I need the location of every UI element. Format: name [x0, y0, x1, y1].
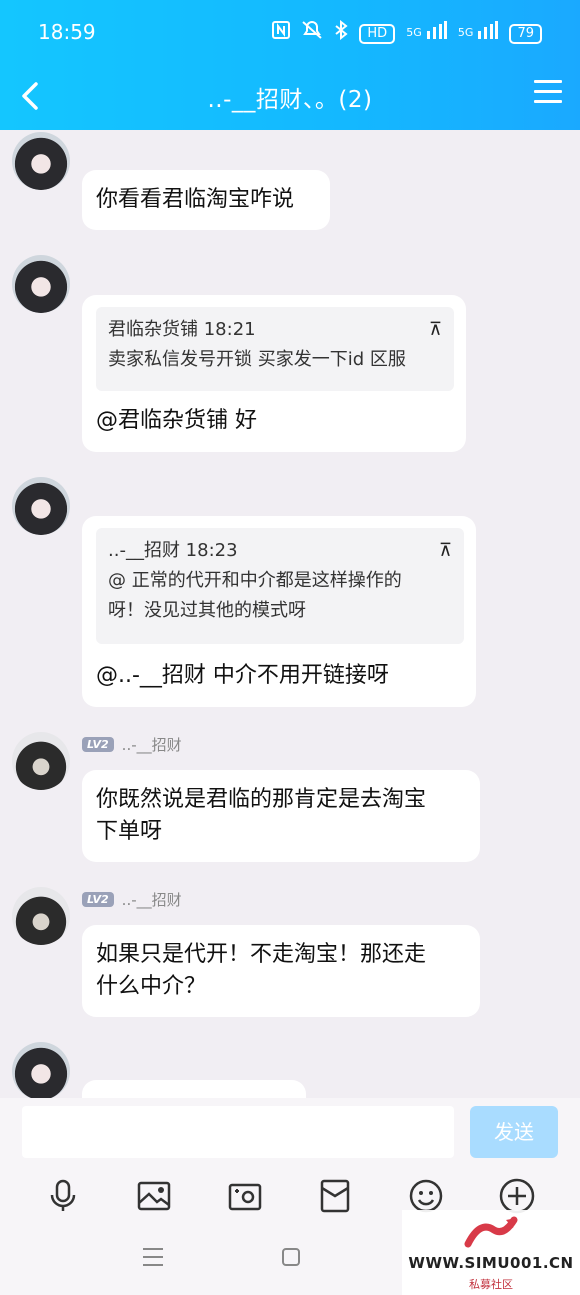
- microphone-icon[interactable]: [44, 1177, 82, 1215]
- watermark-logo-icon: [464, 1216, 518, 1248]
- message-input[interactable]: [22, 1106, 454, 1158]
- quote-text-line: @ 正常的代开和中介都是这样操作的: [108, 570, 402, 591]
- watermark: WWW.SIMU001.CN 私募社区: [402, 1210, 580, 1295]
- mute-icon: [301, 20, 323, 47]
- quote-author-time: 君临杂货铺 18:21: [108, 319, 256, 340]
- input-bar: 发送: [0, 1098, 580, 1168]
- message-bubble[interactable]: 如果只是代开！不走淘宝！那还走 什么中介？: [82, 925, 480, 1017]
- battery-icon: 79: [509, 23, 542, 44]
- hd-icon: HD: [359, 23, 396, 44]
- quote-text: 卖家私信发号开锁 买家发一下id 区服: [108, 349, 406, 370]
- signal-5g-icon: 5G: [458, 21, 499, 46]
- message-text-line: 下单呀: [96, 819, 163, 844]
- level-badge: LV2: [82, 892, 114, 907]
- avatar[interactable]: [12, 732, 70, 790]
- signal-5g-icon: 5G: [406, 21, 447, 46]
- image-icon[interactable]: [135, 1177, 173, 1215]
- message-text-line: 你既然说是君临的那肯定是去淘宝: [96, 787, 427, 812]
- send-button[interactable]: 发送: [470, 1106, 558, 1158]
- sender-name[interactable]: ..-__招财: [122, 889, 182, 910]
- home-button[interactable]: [282, 1248, 300, 1266]
- sender-info: LV2 ..-__招财: [82, 889, 182, 910]
- quoted-message[interactable]: 君临杂货铺 18:21 ⊼ 卖家私信发号开锁 买家发一下id 区服: [96, 307, 454, 391]
- sender-info: LV2 ..-__招财: [82, 734, 182, 755]
- avatar[interactable]: [12, 132, 70, 190]
- avatar[interactable]: [12, 477, 70, 535]
- avatar[interactable]: [12, 255, 70, 313]
- recents-button[interactable]: [143, 1248, 163, 1268]
- watermark-url: WWW.SIMU001.CN: [408, 1254, 574, 1272]
- avatar[interactable]: [12, 887, 70, 945]
- top-bar: 18:59 HD 5G 5G 79 ..-__招财、。(2): [0, 0, 580, 130]
- red-packet-icon[interactable]: [316, 1177, 354, 1215]
- status-time: 18:59: [38, 20, 96, 44]
- status-bar: 18:59 HD 5G 5G 79: [0, 0, 580, 66]
- level-badge: LV2: [82, 737, 114, 752]
- message-bubble[interactable]: 君临杂货铺 18:21 ⊼ 卖家私信发号开锁 买家发一下id 区服 @君临杂货铺…: [82, 295, 466, 452]
- jump-to-quote-icon[interactable]: ⊼: [429, 315, 442, 345]
- watermark-subtitle: 私募社区: [469, 1278, 513, 1291]
- nfc-icon: [272, 21, 291, 46]
- menu-button[interactable]: [534, 80, 562, 106]
- message-text: @君临杂货铺 好: [96, 408, 257, 433]
- camera-icon[interactable]: [226, 1177, 264, 1215]
- quote-text-line: 呀！没见过其他的模式呀: [108, 600, 306, 621]
- message-text: @..-__招财 中介不用开链接呀: [96, 663, 389, 688]
- jump-to-quote-icon[interactable]: ⊼: [439, 536, 452, 566]
- chat-header: ..-__招财、。(2): [0, 66, 580, 130]
- message-bubble[interactable]: 你既然说是君临的那肯定是去淘宝 下单呀: [82, 770, 480, 862]
- message-text-line: 什么中介？: [96, 974, 207, 999]
- chat-title: ..-__招财、。(2): [207, 87, 373, 113]
- message-bubble[interactable]: [82, 1080, 306, 1098]
- sender-name[interactable]: ..-__招财: [122, 734, 182, 755]
- quoted-message[interactable]: ..-__招财 18:23 ⊼ @ 正常的代开和中介都是这样操作的 呀！没见过其…: [96, 528, 464, 644]
- message-row: [0, 1042, 580, 1098]
- quote-author-time: ..-__招财 18:23: [108, 540, 238, 561]
- bluetooth-icon: [334, 19, 349, 47]
- message-bubble[interactable]: 你看看君临淘宝咋说: [82, 170, 330, 230]
- avatar[interactable]: [12, 1042, 70, 1098]
- message-bubble[interactable]: ..-__招财 18:23 ⊼ @ 正常的代开和中介都是这样操作的 呀！没见过其…: [82, 516, 476, 707]
- status-icons: HD 5G 5G 79: [272, 19, 542, 47]
- message-text: 你看看君临淘宝咋说: [96, 187, 295, 212]
- message-text-line: 如果只是代开！不走淘宝！那还走: [96, 942, 427, 967]
